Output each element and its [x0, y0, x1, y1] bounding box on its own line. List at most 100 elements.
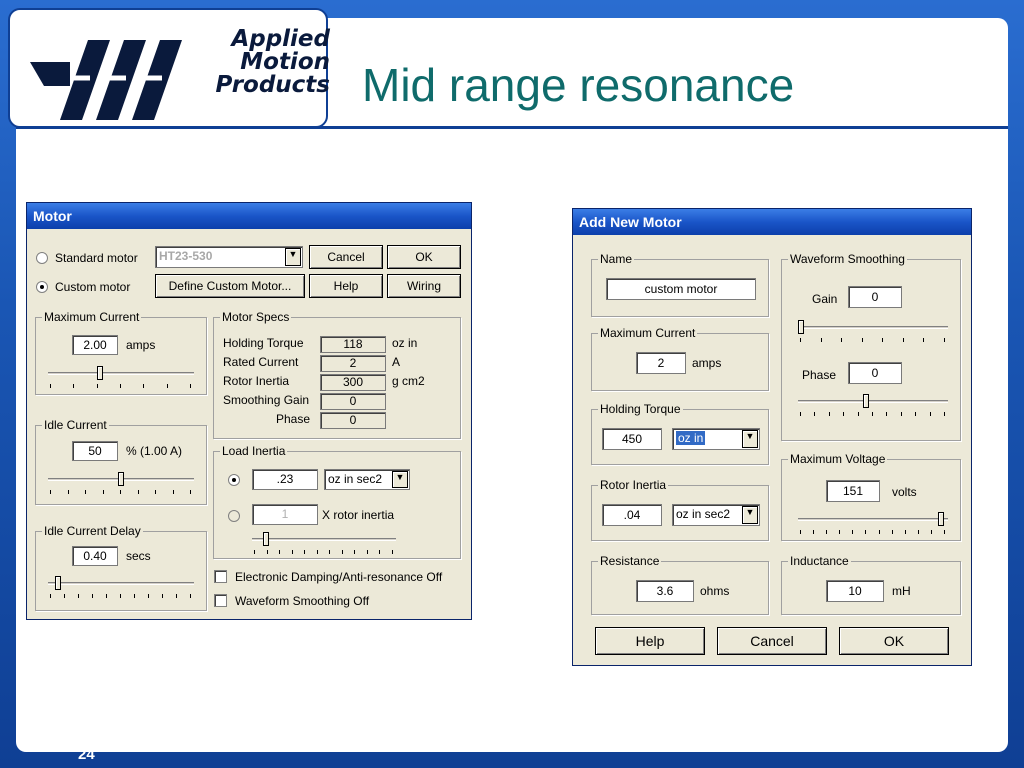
cancel-button[interactable]: Cancel — [309, 245, 383, 269]
waveform-smoothing-checkbox[interactable] — [214, 594, 227, 607]
phase-value: 0 — [320, 412, 386, 429]
electronic-damping-checkbox[interactable] — [214, 570, 227, 583]
load-inertia-radio[interactable] — [228, 474, 240, 486]
rotor-inertia-value: 300 — [320, 374, 386, 391]
rated-current-value: 2 — [320, 355, 386, 372]
gain-input[interactable]: 0 — [848, 286, 902, 308]
help-button[interactable]: Help — [595, 627, 705, 655]
slider-thumb[interactable] — [55, 576, 61, 590]
ok-button[interactable]: OK — [387, 245, 461, 269]
slider-ticks — [800, 530, 946, 534]
slider-tick — [944, 338, 945, 342]
slider-tick — [316, 550, 318, 554]
holding-torque-value: 118 — [320, 336, 386, 353]
unit-label: A — [392, 355, 401, 369]
max-current-slider[interactable] — [48, 366, 194, 390]
max-current-input[interactable]: 2 — [636, 352, 686, 374]
slider-tick — [902, 338, 904, 342]
slider-tick — [92, 594, 93, 598]
slider-tick — [800, 530, 801, 534]
slider-tick — [120, 384, 121, 388]
inductance-input[interactable]: 10 — [826, 580, 884, 602]
slider-track — [798, 518, 948, 521]
chevron-down-icon: ▼ — [285, 248, 301, 266]
slider-thumb[interactable] — [862, 394, 869, 408]
slider-tick — [904, 530, 906, 534]
holding-torque-unit-select[interactable]: oz in ▼ — [672, 428, 760, 450]
slider-tick — [930, 530, 932, 534]
holding-torque-input[interactable]: 450 — [602, 428, 662, 450]
rotor-inertia-input[interactable]: .04 — [602, 504, 662, 526]
custom-motor-label: Custom motor — [55, 280, 131, 294]
max-current-input[interactable]: 2.00 — [72, 335, 118, 355]
slider-thumb[interactable] — [263, 532, 270, 546]
load-inertia-slider[interactable] — [252, 532, 396, 556]
slider-thumb[interactable] — [97, 366, 103, 380]
load-inertia-unit-select[interactable]: oz in sec2 ▼ — [324, 469, 410, 490]
group-label: Maximum Current — [598, 326, 698, 340]
slider-tick — [857, 412, 859, 416]
slider-tick — [865, 530, 867, 534]
help-button[interactable]: Help — [309, 274, 383, 298]
slider-thumb[interactable] — [937, 512, 944, 526]
electronic-damping-label: Electronic Damping/Anti-resonance Off — [235, 570, 443, 584]
slide-title: Mid range resonance — [362, 59, 795, 111]
motor-dialog: Motor Standard motor Custom motor HT23-5… — [26, 202, 472, 620]
slider-tick — [843, 412, 845, 416]
dialog-titlebar[interactable]: Add New Motor — [573, 209, 971, 235]
slider-tick — [96, 384, 98, 388]
idle-delay-input[interactable]: 0.40 — [72, 546, 118, 566]
slider-ticks — [254, 550, 394, 554]
rotor-inertia-label: Rotor Inertia — [223, 374, 290, 388]
define-custom-motor-button[interactable]: Define Custom Motor... — [155, 274, 305, 298]
custom-motor-radio[interactable] — [36, 281, 48, 293]
phase-slider[interactable] — [798, 394, 948, 418]
rotor-inertia-unit-select[interactable]: oz in sec2 ▼ — [672, 504, 760, 526]
motor-name-input[interactable]: custom motor — [606, 278, 756, 300]
unit-label: amps — [126, 338, 156, 352]
slider-thumb[interactable] — [798, 320, 804, 334]
idle-current-group: Idle Current 50 % (1.00 A) — [35, 418, 207, 505]
slider-thumb[interactable] — [118, 472, 124, 486]
slider-tick — [826, 530, 828, 534]
gain-slider[interactable] — [798, 320, 948, 344]
slider-tick — [944, 412, 945, 416]
standard-motor-radio[interactable] — [36, 252, 48, 264]
group-label: Rotor Inertia — [598, 478, 669, 492]
phase-input[interactable]: 0 — [848, 362, 902, 384]
wiring-button[interactable]: Wiring — [387, 274, 461, 298]
ok-button[interactable]: OK — [839, 627, 949, 655]
group-label: Maximum Current — [42, 310, 142, 324]
slider-ticks — [50, 594, 192, 598]
slider-tick — [291, 550, 293, 554]
idle-delay-slider[interactable] — [48, 576, 194, 600]
slider-tick — [162, 594, 163, 598]
slider-tick — [392, 550, 393, 554]
dialog-titlebar[interactable]: Motor — [27, 203, 471, 229]
idle-current-slider[interactable] — [48, 472, 194, 496]
rotor-ratio-radio[interactable] — [228, 510, 240, 522]
unit-label: mH — [892, 584, 911, 598]
holding-torque-label: Holding Torque — [223, 336, 304, 350]
load-inertia-input[interactable]: .23 — [252, 469, 318, 490]
slider-tick — [155, 490, 156, 494]
cancel-button[interactable]: Cancel — [717, 627, 827, 655]
slider-tick — [891, 530, 893, 534]
inductance-group: Inductance 10 mH — [781, 554, 961, 615]
max-voltage-input[interactable]: 151 — [826, 480, 880, 502]
slider-tick — [102, 490, 104, 494]
holding-torque-group: Holding Torque 450 oz in ▼ — [591, 402, 769, 465]
slider-tick — [120, 594, 121, 598]
resistance-input[interactable]: 3.6 — [636, 580, 694, 602]
slider-tick — [85, 490, 86, 494]
slider-tick — [852, 530, 854, 534]
idle-current-input[interactable]: 50 — [72, 441, 118, 461]
unit-label: secs — [126, 549, 151, 563]
slider-tick — [354, 550, 356, 554]
waveform-smoothing-label: Waveform Smoothing Off — [235, 594, 370, 608]
slider-tick — [839, 530, 841, 534]
max-voltage-slider[interactable] — [798, 512, 948, 536]
chevron-down-icon: ▼ — [392, 471, 408, 488]
rotor-ratio-input[interactable]: 1 — [252, 504, 318, 525]
slider-tick — [143, 384, 145, 388]
